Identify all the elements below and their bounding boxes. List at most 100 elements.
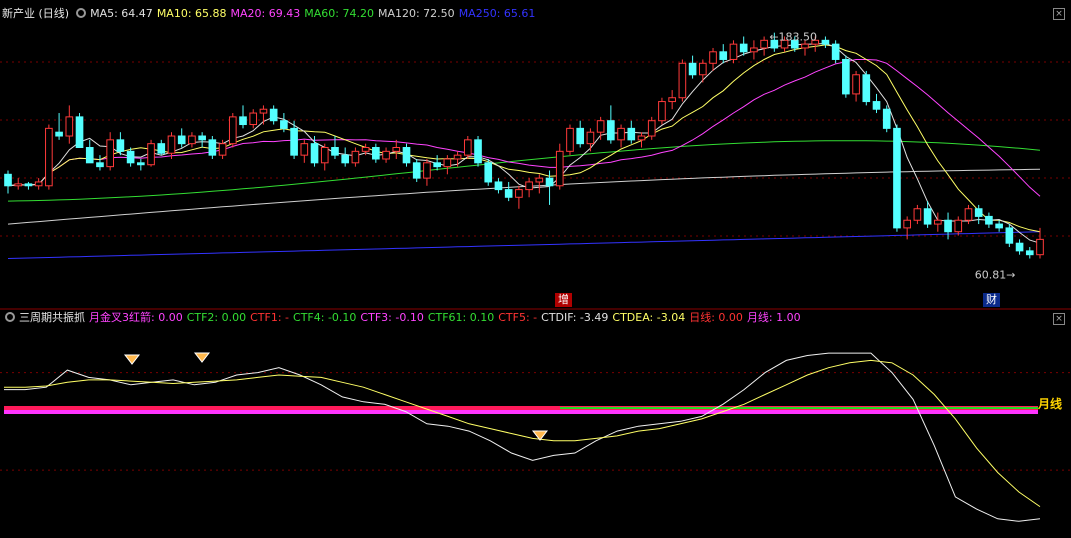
candle-body bbox=[106, 139, 114, 168]
candle-body bbox=[647, 120, 656, 137]
candle-body bbox=[167, 135, 176, 154]
legend-item: CTF61: 0.10 bbox=[427, 311, 495, 324]
candle-body bbox=[668, 97, 676, 103]
candle-body bbox=[177, 135, 186, 145]
series-ctdif bbox=[4, 352, 1041, 522]
candle-body bbox=[494, 181, 503, 191]
candle-body bbox=[882, 108, 891, 129]
legend-item: CTF2: 0.00 bbox=[186, 311, 247, 324]
candle-body bbox=[1015, 242, 1024, 252]
main-chart: ←183.50 60.81→ bbox=[0, 31, 1071, 310]
candle-body bbox=[55, 131, 63, 137]
candle-body bbox=[4, 173, 12, 187]
candle-body bbox=[831, 43, 840, 60]
legend-item: CTDIF: -3.49 bbox=[541, 311, 609, 324]
indicator-legend: 月金叉3红箭: 0.00 CTF2: 0.00 CTF1: - CTF4: -0.10… bbox=[89, 311, 805, 324]
series-ctdea bbox=[4, 359, 1041, 508]
candle-body bbox=[607, 120, 615, 141]
candle-body bbox=[893, 127, 901, 229]
gear-icon-indicator[interactable] bbox=[5, 312, 15, 322]
candle-body bbox=[1036, 238, 1044, 256]
candle-body bbox=[719, 51, 728, 60]
candle-body bbox=[147, 143, 155, 166]
candle-body bbox=[290, 127, 298, 156]
candle-body bbox=[463, 139, 472, 156]
candle-body bbox=[75, 116, 84, 148]
candle-body bbox=[300, 143, 309, 156]
candle-body bbox=[852, 74, 860, 95]
event-tag-add[interactable]: 增 bbox=[555, 293, 572, 307]
candle-body bbox=[923, 208, 932, 225]
candle-body bbox=[259, 108, 268, 114]
candle-body bbox=[85, 147, 94, 164]
candle-body bbox=[341, 154, 350, 164]
ma10-line bbox=[7, 44, 1041, 233]
candle-body bbox=[433, 162, 441, 168]
candle-body bbox=[617, 127, 625, 141]
candle-body bbox=[351, 150, 360, 164]
candle-body bbox=[1025, 250, 1034, 256]
candle-body bbox=[14, 183, 23, 187]
candle-body bbox=[474, 139, 482, 164]
candle-body bbox=[34, 181, 43, 187]
candle-body bbox=[331, 147, 339, 156]
candle-body bbox=[555, 150, 564, 187]
diamond-marker bbox=[193, 352, 211, 363]
candle-body bbox=[269, 108, 278, 122]
event-tag-finance[interactable]: 财 bbox=[983, 293, 1000, 307]
indicator-chart bbox=[0, 352, 1071, 522]
candle-body bbox=[45, 127, 53, 187]
candle-body bbox=[65, 116, 74, 137]
candle-body bbox=[412, 162, 421, 179]
candle-body bbox=[423, 162, 431, 179]
candle-body bbox=[709, 51, 717, 64]
candle-body bbox=[382, 150, 390, 160]
legend-item: CTF1: - bbox=[250, 311, 290, 324]
candle-body bbox=[739, 43, 748, 53]
candle-body bbox=[627, 127, 636, 141]
high-label: ←183.50 bbox=[769, 31, 817, 44]
candle-body bbox=[985, 215, 993, 225]
close-icon-indicator[interactable]: × bbox=[1053, 313, 1065, 325]
candle-body bbox=[137, 162, 145, 166]
candle-body bbox=[954, 219, 963, 233]
legend-item: CTF3: -0.10 bbox=[360, 311, 424, 324]
legend-item: CTF4: -0.10 bbox=[293, 311, 357, 324]
candle-body bbox=[188, 135, 196, 145]
candle-body bbox=[964, 208, 973, 221]
candle-body bbox=[934, 219, 942, 225]
candle-body bbox=[872, 101, 881, 110]
candle-body bbox=[310, 143, 319, 164]
candle-body bbox=[995, 223, 1003, 229]
band-label: 月线 bbox=[1038, 397, 1063, 411]
candle-body bbox=[535, 177, 544, 183]
candle-body bbox=[596, 120, 605, 133]
candle-body bbox=[228, 116, 237, 145]
candle-body bbox=[1005, 227, 1014, 244]
candle-body bbox=[586, 131, 595, 145]
candle-body bbox=[402, 147, 411, 164]
candle-body bbox=[116, 139, 125, 152]
candle-body bbox=[842, 58, 850, 95]
candle-body bbox=[218, 143, 227, 156]
indicator-header: 三周期共振抓 月金叉3红箭: 0.00 CTF2: 0.00 CTF1: - CTF4:… bbox=[2, 310, 809, 326]
candle-body bbox=[688, 62, 697, 76]
low-label: 60.81→ bbox=[975, 269, 1016, 282]
candle-body bbox=[637, 135, 646, 141]
candle-body bbox=[566, 127, 574, 152]
candle-body bbox=[862, 74, 871, 103]
legend-item: 月金叉3红箭: 0.00 bbox=[89, 311, 183, 324]
candle-body bbox=[525, 181, 533, 191]
candle-body bbox=[913, 208, 922, 221]
candle-body bbox=[484, 162, 493, 183]
candle-body bbox=[443, 158, 452, 168]
candle-body bbox=[157, 143, 166, 154]
candle-body bbox=[698, 62, 707, 76]
legend-item: 月线: 1.00 bbox=[746, 311, 801, 324]
candle-body bbox=[729, 43, 738, 60]
candle-body bbox=[280, 120, 288, 129]
candle-body bbox=[821, 39, 830, 45]
candle-body bbox=[239, 116, 247, 126]
candle-body bbox=[801, 43, 809, 49]
candle-body bbox=[96, 162, 104, 168]
